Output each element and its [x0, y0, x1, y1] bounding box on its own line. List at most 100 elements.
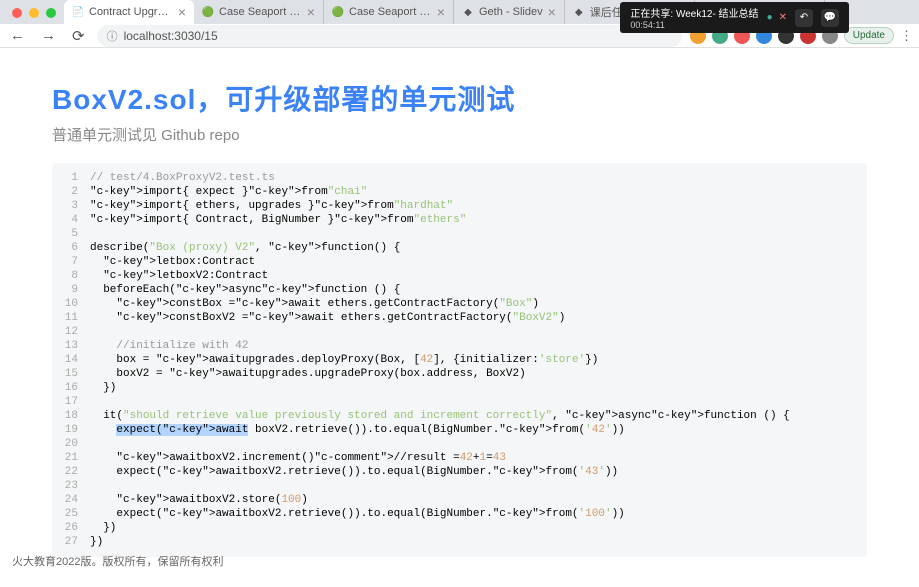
code-text: }) — [90, 535, 103, 549]
window-minimize-button[interactable] — [29, 8, 39, 18]
share-undo-button[interactable]: ↶ — [795, 9, 813, 27]
code-text: "c-key">import — [90, 213, 182, 227]
code-line: 19 expect("c-key">await boxV2.retrieve()… — [52, 423, 867, 437]
browser-tab[interactable]: 🟢 Case Seaport by Op × — [324, 0, 454, 24]
tab-close-button[interactable]: × — [178, 5, 186, 19]
address-bar[interactable]: ⓘ localhost:3030/15 — [97, 25, 682, 47]
code-text: "c-key">import — [90, 185, 182, 199]
favicon-icon: ◆ — [573, 6, 585, 18]
line-number: 24 — [52, 493, 90, 507]
code-line: 15 boxV2 = "c-key">await upgrades.upgrad… — [52, 367, 867, 381]
code-line: 8 "c-key">let boxV2:Contract — [52, 269, 867, 283]
tab-title: Case Seaport by Op — [219, 6, 302, 18]
favicon-icon: ◆ — [462, 6, 474, 18]
code-line: 27}) — [52, 535, 867, 549]
line-number: 27 — [52, 535, 90, 549]
page-title: BoxV2.sol，可升级部署的单元测试 — [52, 78, 867, 118]
update-button[interactable]: Update — [844, 27, 894, 44]
line-number: 12 — [52, 325, 90, 339]
line-number: 15 — [52, 367, 90, 381]
line-number: 25 — [52, 507, 90, 521]
line-number: 6 — [52, 241, 90, 255]
line-number: 17 — [52, 395, 90, 409]
line-number: 2 — [52, 185, 90, 199]
window-maximize-button[interactable] — [46, 8, 56, 18]
forward-button[interactable]: → — [37, 25, 60, 46]
code-line: 9 beforeEach("c-key">async "c-key">funct… — [52, 283, 867, 297]
tab-title: Contract Upgrade - S — [89, 6, 173, 18]
code-line: 11 "c-key">const BoxV2 = "c-key">await e… — [52, 311, 867, 325]
code-text: expect("c-key">await — [90, 507, 248, 521]
site-info-icon[interactable]: ⓘ — [107, 28, 118, 44]
line-number: 7 — [52, 255, 90, 269]
browser-tab[interactable]: 🟢 Case Seaport by Op × — [194, 0, 324, 24]
code-line: 4"c-key">import { Contract, BigNumber } … — [52, 213, 867, 227]
favicon-icon: 📄 — [72, 6, 84, 18]
line-number: 3 — [52, 199, 90, 213]
code-text: box = "c-key">await — [90, 353, 242, 367]
line-number: 11 — [52, 311, 90, 325]
screen-share-banner[interactable]: 正在共享: Week12- 结业总结 00:54:11 ● ✕ ↶ 💬 — [620, 2, 849, 33]
code-text: boxV2 = "c-key">await — [90, 367, 255, 381]
reload-button[interactable]: ⟳ — [68, 25, 89, 47]
code-text: describe("Box (proxy) V2", "c-key">funct… — [90, 241, 374, 255]
share-user-icon: ● — [767, 12, 773, 23]
line-number: 9 — [52, 283, 90, 297]
menu-icon[interactable]: ⋮ — [900, 28, 913, 44]
code-line: 21 "c-key">await boxV2.increment() "c-co… — [52, 451, 867, 465]
code-line: 20 — [52, 437, 867, 451]
share-text: 正在共享: Week12- 结业总结 — [630, 5, 758, 20]
line-number: 19 — [52, 423, 90, 437]
share-settings-icon: ✕ — [779, 12, 787, 23]
code-line: 18 it("should retrieve value previously … — [52, 409, 867, 423]
code-text: expect("c-key">await — [90, 465, 248, 479]
line-number: 23 — [52, 479, 90, 493]
code-line: 22 expect("c-key">await boxV2.retrieve()… — [52, 465, 867, 479]
window-close-button[interactable] — [12, 8, 22, 18]
code-line: 3"c-key">import { ethers, upgrades } "c-… — [52, 199, 867, 213]
line-number: 13 — [52, 339, 90, 353]
tab-title: Case Seaport by Op — [349, 6, 432, 18]
code-line: 26 }) — [52, 521, 867, 535]
code-line: 2"c-key">import { expect } "c-key">from … — [52, 185, 867, 199]
footer-copyright: 火大教育2022版。版权所有，保留所有权利 — [12, 553, 223, 569]
code-line: 24 "c-key">await boxV2.store(100) — [52, 493, 867, 507]
code-text: beforeEach("c-key">async — [90, 283, 262, 297]
tab-close-button[interactable]: × — [437, 5, 445, 19]
line-number: 10 — [52, 297, 90, 311]
url-text: localhost:3030/15 — [124, 29, 218, 43]
code-text: "c-key">await — [90, 451, 202, 465]
code-text: }) — [90, 381, 116, 395]
tab-close-button[interactable]: × — [548, 5, 556, 19]
code-line: 14 box = "c-key">await upgrades.deployPr… — [52, 353, 867, 367]
line-number: 22 — [52, 465, 90, 479]
code-line: 7 "c-key">let box:Contract — [52, 255, 867, 269]
back-button[interactable]: ← — [6, 25, 29, 46]
line-number: 8 — [52, 269, 90, 283]
line-number: 1 — [52, 171, 90, 185]
line-number: 20 — [52, 437, 90, 451]
code-text: //initialize with 42 — [90, 339, 248, 353]
code-line: 12 — [52, 325, 867, 339]
code-text: "c-key">const — [90, 311, 202, 325]
share-time: 00:54:11 — [630, 20, 758, 30]
code-line: 1// test/4.BoxProxyV2.test.ts — [52, 171, 867, 185]
browser-tab[interactable]: ◆ Geth - Slidev × — [454, 0, 565, 24]
code-text: // test/4.BoxProxyV2.test.ts — [90, 171, 275, 185]
favicon-icon: 🟢 — [202, 6, 214, 18]
code-text: "c-key">let — [90, 255, 176, 269]
line-number: 5 — [52, 227, 90, 241]
code-line: 17 — [52, 395, 867, 409]
tab-title: Geth - Slidev — [479, 6, 543, 18]
favicon-icon: 🟢 — [332, 6, 344, 18]
line-number: 18 — [52, 409, 90, 423]
slide-content: BoxV2.sol，可升级部署的单元测试 普通单元测试见 Github repo… — [0, 48, 919, 587]
code-line: 23 — [52, 479, 867, 493]
browser-tab[interactable]: 📄 Contract Upgrade - S × — [64, 0, 194, 24]
code-text: it("should retrieve value previously sto… — [90, 409, 651, 423]
share-chat-button[interactable]: 💬 — [821, 9, 839, 27]
tab-close-button[interactable]: × — [307, 5, 315, 19]
code-text: "c-key">import — [90, 199, 182, 213]
line-number: 4 — [52, 213, 90, 227]
code-line: 13 //initialize with 42 — [52, 339, 867, 353]
